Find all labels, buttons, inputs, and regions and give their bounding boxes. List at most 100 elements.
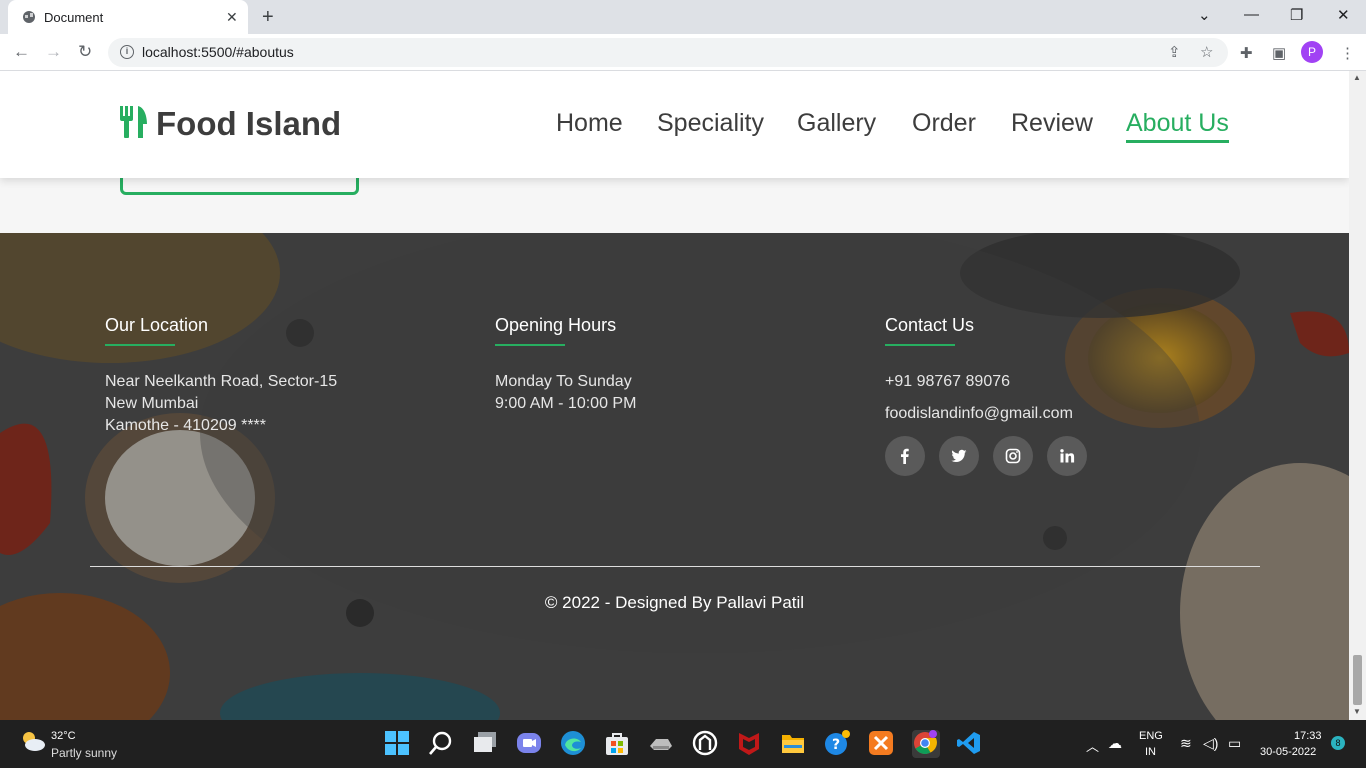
xampp-button[interactable] (868, 730, 896, 758)
page-viewport: Food Island Home Speciality Gallery Orde… (0, 71, 1349, 720)
region-indicator[interactable]: IN (1145, 746, 1156, 758)
drive-icon (650, 739, 672, 750)
volume-icon[interactable]: ◁) (1203, 735, 1218, 752)
edge-icon (561, 731, 585, 755)
xampp-icon (869, 731, 893, 755)
start-button[interactable] (384, 730, 412, 758)
linkedin-button[interactable] (1047, 436, 1087, 476)
nav-about-us[interactable]: About Us (1126, 109, 1229, 143)
folder-icon (782, 735, 804, 753)
battery-icon[interactable]: ▭ (1228, 735, 1241, 752)
extensions-icon[interactable]: ✚ (1240, 44, 1253, 62)
share-icon[interactable]: ⇪ (1168, 43, 1181, 61)
contact-title: Contact Us (885, 315, 975, 335)
reload-button[interactable]: ↻ (78, 42, 92, 62)
nav-review[interactable]: Review (1011, 109, 1093, 138)
app-button[interactable] (692, 730, 720, 758)
site-header: Food Island Home Speciality Gallery Orde… (0, 71, 1349, 178)
instagram-button[interactable] (993, 436, 1033, 476)
windows-taskbar: 32°C Partly sunny ? ︿ ☁ ENG IN ≋ ◁) ▭ 17… (0, 720, 1366, 768)
location-line-3: Kamothe - 410209 **** (105, 417, 266, 434)
url-text[interactable]: localhost:5500/#aboutus (142, 44, 294, 60)
location-line-1: Near Neelkanth Road, Sector-15 (105, 373, 338, 390)
page-scrollbar[interactable]: ▲ ▼ (1349, 71, 1366, 720)
restore-button[interactable]: ❐ (1290, 6, 1303, 24)
twitter-icon (951, 449, 967, 462)
search-icon (429, 731, 452, 755)
chrome-button[interactable] (912, 730, 940, 758)
store-button[interactable] (604, 730, 632, 758)
contact-email[interactable]: foodislandinfo@gmail.com (885, 405, 1073, 423)
clock-date[interactable]: 30-05-2022 (1260, 746, 1316, 758)
side-panel-icon[interactable]: ▣ (1272, 44, 1286, 62)
file-explorer-button[interactable] (780, 730, 808, 758)
onedrive-icon[interactable]: ☁ (1108, 735, 1122, 752)
profile-avatar[interactable]: P (1301, 41, 1323, 63)
tab-title: Document (44, 10, 104, 25)
omnibox[interactable]: i localhost:5500/#aboutus ⇪ ☆ (108, 38, 1228, 67)
new-tab-button[interactable]: + (262, 6, 274, 29)
bookmark-star-icon[interactable]: ☆ (1200, 43, 1213, 61)
facebook-button[interactable] (885, 436, 925, 476)
shield-app-icon (692, 730, 718, 756)
scroll-down-icon[interactable]: ▼ (1353, 707, 1361, 716)
hours-time: 9:00 AM - 10:00 PM (495, 395, 637, 412)
chrome-icon (914, 730, 937, 754)
store-icon (606, 733, 628, 755)
instagram-icon (1005, 448, 1021, 464)
site-footer: Our Location Near Neelkanth Road, Sector… (0, 233, 1349, 720)
twitter-button[interactable] (939, 436, 979, 476)
contact-underline (885, 344, 955, 346)
hours-underline (495, 344, 565, 346)
site-info-icon[interactable]: i (120, 45, 134, 59)
brand-name: Food Island (156, 105, 342, 142)
partly-sunny-icon (23, 732, 45, 751)
nav-speciality[interactable]: Speciality (657, 109, 764, 138)
vscode-button[interactable] (956, 730, 984, 758)
nav-order[interactable]: Order (912, 109, 976, 138)
food-background-image (0, 233, 1349, 720)
footer-divider (90, 566, 1260, 567)
tray-overflow-icon[interactable]: ︿ (1086, 736, 1099, 755)
notification-badge[interactable]: 8 (1331, 736, 1345, 750)
address-bar-row: ← → ↻ i localhost:5500/#aboutus ⇪ ☆ ✚ ▣ … (0, 34, 1366, 71)
teams-chat-button[interactable] (516, 730, 544, 758)
nav-gallery[interactable]: Gallery (797, 109, 876, 138)
location-title: Our Location (105, 315, 209, 335)
globe-icon (23, 11, 35, 23)
scroll-up-icon[interactable]: ▲ (1353, 73, 1361, 82)
mcafee-button[interactable] (736, 730, 764, 758)
utensils-icon (120, 106, 147, 138)
task-view-button[interactable] (472, 730, 500, 758)
menu-icon[interactable]: ⋮ (1340, 44, 1355, 62)
svg-text:?: ? (832, 737, 840, 753)
language-indicator[interactable]: ENG (1139, 730, 1163, 742)
contact-phone[interactable]: +91 98767 89076 (885, 373, 1010, 391)
location-line-2: New Mumbai (105, 395, 199, 412)
nav-home[interactable]: Home (556, 109, 623, 138)
weather-widget[interactable]: 32°C Partly sunny (20, 730, 117, 760)
clock-time[interactable]: 17:33 (1294, 730, 1322, 742)
close-window-button[interactable]: ✕ (1337, 6, 1350, 24)
drive-button[interactable] (648, 730, 676, 758)
browser-tab[interactable]: Document ✕ (8, 0, 248, 34)
vscode-icon (957, 732, 980, 754)
minimize-button[interactable]: — (1244, 6, 1259, 23)
wifi-icon[interactable]: ≋ (1180, 735, 1192, 752)
back-button[interactable]: ← (13, 42, 30, 62)
tab-search-icon[interactable]: ⌄ (1198, 6, 1211, 24)
search-button[interactable] (428, 730, 456, 758)
forward-button[interactable]: → (45, 42, 62, 62)
linkedin-icon (1060, 449, 1075, 463)
facebook-icon (901, 448, 909, 464)
browser-tab-bar: Document ✕ + ⌄ — ❐ ✕ (0, 0, 1366, 34)
scrollbar-thumb[interactable] (1353, 655, 1362, 705)
mcafee-icon (739, 733, 759, 755)
help-button[interactable]: ? (824, 730, 852, 758)
close-tab-icon[interactable]: ✕ (226, 9, 238, 26)
windows-start-icon (385, 731, 409, 755)
hours-days: Monday To Sunday (495, 373, 632, 390)
hours-title: Opening Hours (495, 315, 617, 335)
edge-button[interactable] (560, 730, 588, 758)
location-underline (105, 344, 175, 346)
